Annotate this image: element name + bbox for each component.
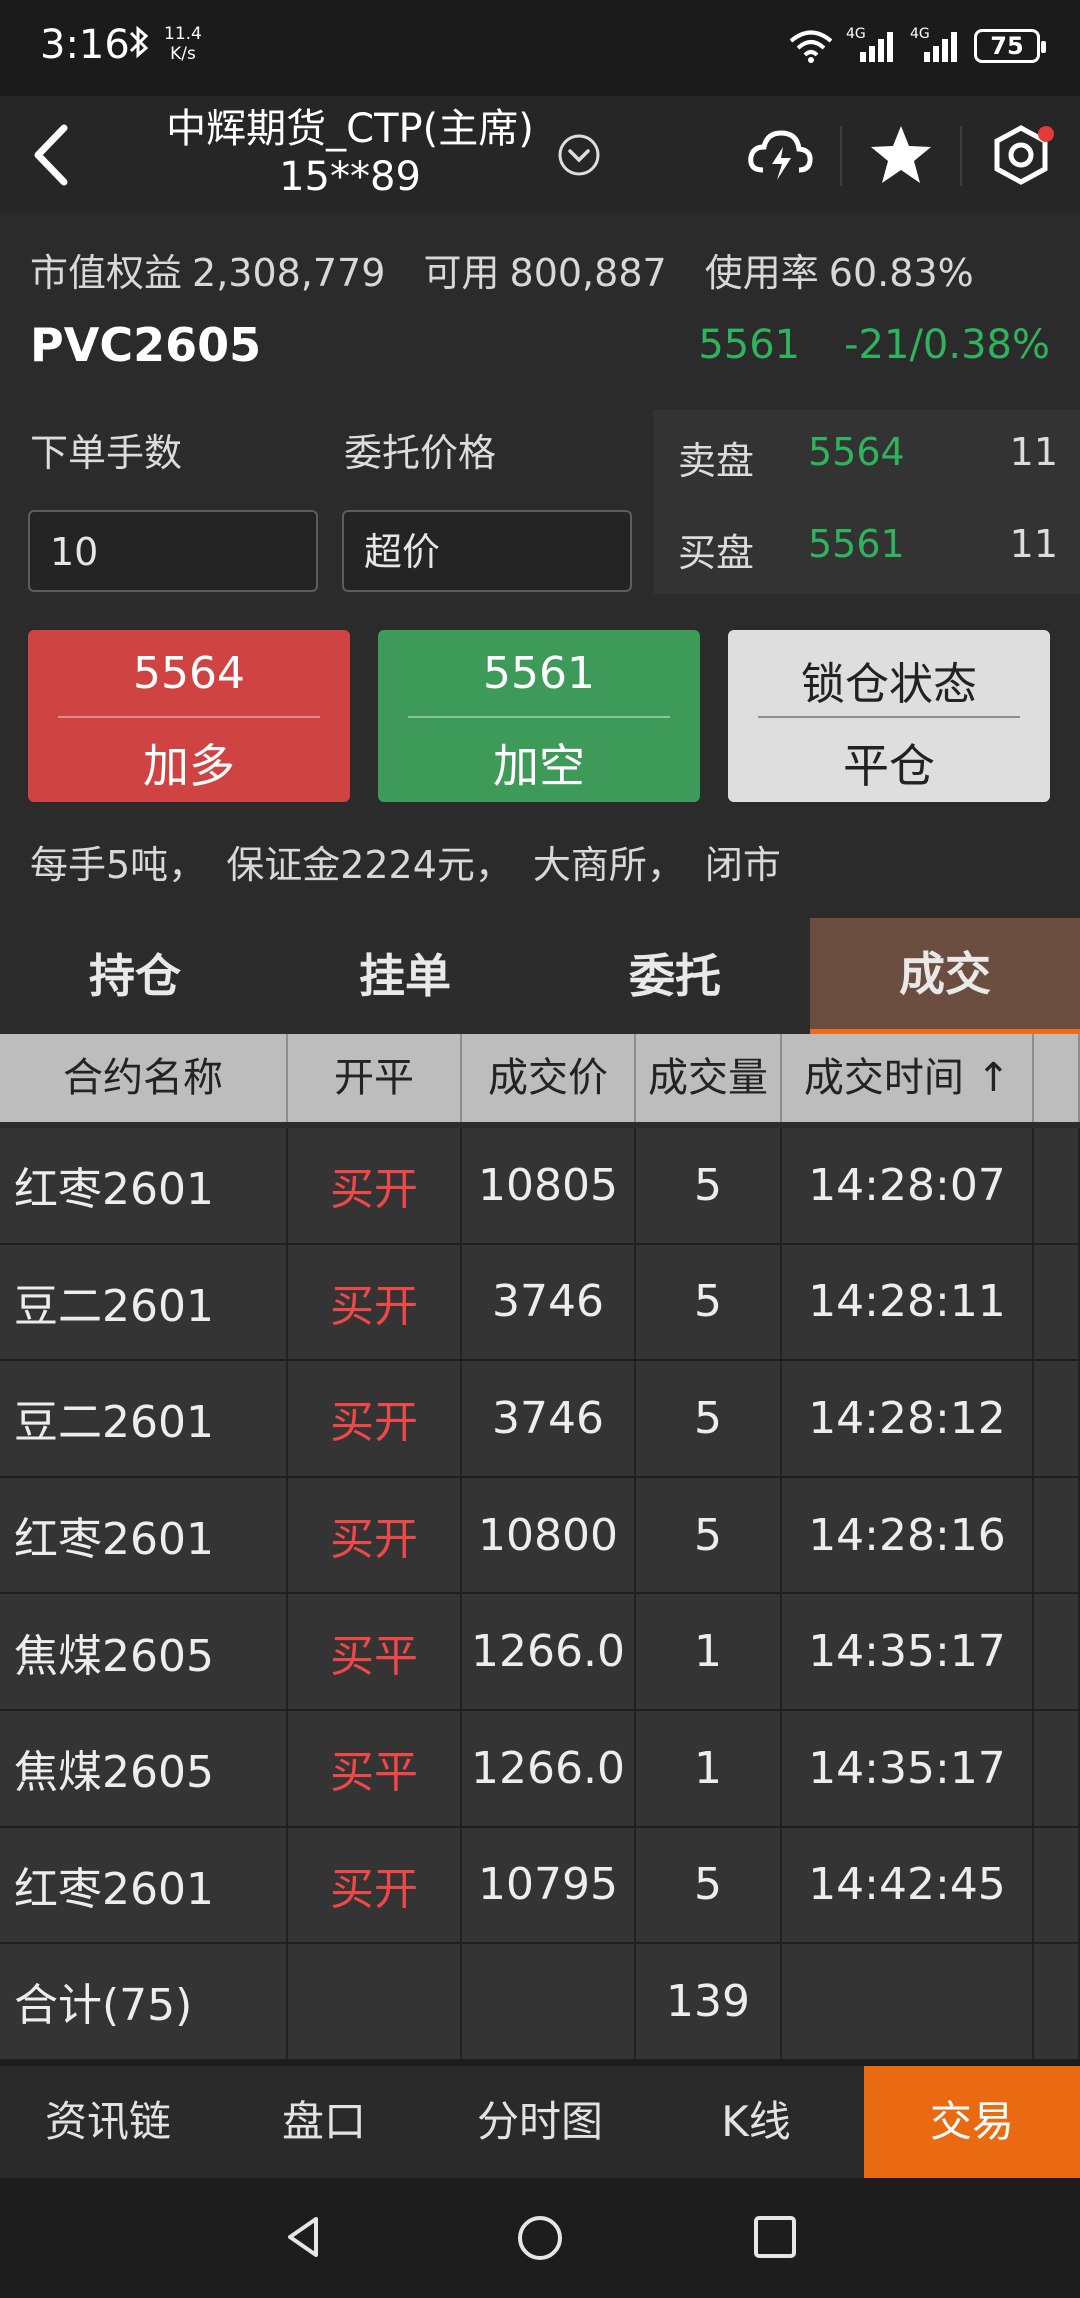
contract-info: 每手5吨， 保证金2224元， 大商所， 闭市 — [30, 843, 781, 887]
ask-row: 卖盘 5564 11 — [678, 430, 1058, 483]
column-header-extra — [1034, 1034, 1080, 1122]
account-selector[interactable]: 中辉期货_CTP(主席) 15**89 — [120, 104, 580, 200]
cloud-lightning-icon[interactable] — [745, 120, 815, 190]
tab-pending-orders[interactable]: 挂单 — [270, 918, 540, 1034]
nav-recents-icon[interactable] — [752, 2214, 798, 2260]
instrument-symbol[interactable]: PVC2605 — [30, 318, 261, 372]
price-change: -21/0.38% — [844, 322, 1050, 368]
table-total-row: 合计(75) 139 — [0, 1944, 1080, 2061]
account-id: 15**89 — [279, 154, 421, 200]
table-row[interactable]: 红枣2601 买开 10800 5 14:28:16 — [0, 1477, 1080, 1595]
column-header-quantity[interactable]: 成交量 — [636, 1034, 782, 1122]
table-row[interactable]: 焦煤2605 买平 1266.0 1 14:35:17 — [0, 1594, 1080, 1711]
lots-label: 下单手数 — [30, 431, 183, 475]
clock: 3:16 — [40, 22, 130, 68]
tab-trades[interactable]: 成交 — [810, 918, 1080, 1034]
nav-home-icon[interactable] — [516, 2214, 564, 2262]
nav-news[interactable]: 资讯链 — [0, 2066, 216, 2178]
table-row[interactable]: 豆二2601 买开 3746 5 14:28:11 — [0, 1244, 1080, 1362]
buy-long-button[interactable]: 5564 加多 — [28, 630, 350, 802]
back-arrow-icon[interactable] — [22, 118, 86, 192]
column-header-time[interactable]: 成交时间 ↑ — [782, 1034, 1034, 1122]
table-row[interactable]: 红枣2601 买开 10795 5 14:42:45 — [0, 1827, 1080, 1945]
settings-hexagon-icon[interactable] — [986, 120, 1056, 190]
star-icon[interactable] — [866, 120, 936, 190]
bid-row: 买盘 5561 11 — [678, 522, 1058, 575]
total-label: 合计(75) — [0, 1944, 288, 2059]
table-row[interactable]: 豆二2601 买开 3746 5 14:28:12 — [0, 1361, 1080, 1478]
nav-order-book[interactable]: 盘口 — [216, 2066, 432, 2178]
total-quantity: 139 — [636, 1944, 782, 2059]
lots-input[interactable]: 10 — [28, 510, 318, 592]
price-type-input[interactable]: 超价 — [342, 510, 632, 592]
ask-price: 5564 — [808, 430, 905, 474]
column-header-contract[interactable]: 合约名称 — [0, 1034, 288, 1122]
system-navigation-bar — [0, 2178, 1080, 2298]
record-tabs: 持仓 挂单 委托 成交 — [0, 918, 1080, 1034]
broker-title: 中辉期货_CTP(主席) — [166, 106, 534, 152]
status-bar: 3:16 11.4 K/s 4G 4G 75 — [0, 0, 1080, 96]
nav-back-icon[interactable] — [282, 2214, 328, 2260]
sell-short-button[interactable]: 5561 加空 — [378, 630, 700, 802]
account-summary: 市值权益 2,308,779 可用 800,887 使用率 60.83% — [30, 251, 974, 295]
divider — [840, 126, 842, 186]
trades-table: 红枣2601 买开 10805 5 14:28:07 豆二2601 买开 374… — [0, 1128, 1080, 2061]
price-type-label: 委托价格 — [344, 431, 497, 475]
signal-icon: 4G — [910, 26, 962, 66]
table-row[interactable]: 焦煤2605 买平 1266.0 1 14:35:17 — [0, 1710, 1080, 1828]
network-speed: 11.4 K/s — [164, 24, 202, 64]
order-book: 卖盘 5564 11 买盘 5561 11 — [654, 410, 1080, 594]
bid-volume: 11 — [1009, 522, 1058, 566]
equity-value: 2,308,779 — [192, 251, 386, 295]
tab-positions[interactable]: 持仓 — [0, 918, 270, 1034]
available-value: 800,887 — [509, 251, 667, 295]
battery-icon: 75 — [974, 29, 1046, 63]
nav-kline[interactable]: K线 — [648, 2066, 864, 2178]
signal-icon: 4G — [846, 26, 898, 66]
ask-volume: 11 — [1009, 430, 1058, 474]
column-header-price[interactable]: 成交价 — [462, 1034, 636, 1122]
last-price: 5561 — [698, 322, 801, 368]
table-row[interactable]: 红枣2601 买开 10805 5 14:28:07 — [0, 1128, 1080, 1245]
bid-price: 5561 — [808, 522, 905, 566]
app-header: 中辉期货_CTP(主席) 15**89 — [0, 96, 1080, 214]
trades-table-header: 合约名称 开平 成交价 成交量 成交时间 ↑ — [0, 1034, 1080, 1122]
nav-intraday-chart[interactable]: 分时图 — [432, 2066, 648, 2178]
chevron-down-circle-icon[interactable] — [556, 132, 602, 178]
instrument-quote: 5561 -21/0.38% — [698, 322, 1050, 368]
nav-trade[interactable]: 交易 — [864, 2066, 1080, 2178]
column-header-open-close[interactable]: 开平 — [288, 1034, 462, 1122]
divider — [960, 126, 962, 186]
close-position-button[interactable]: 锁仓状态 平仓 — [728, 630, 1050, 802]
bottom-nav: 资讯链 盘口 分时图 K线 交易 — [0, 2066, 1080, 2178]
wifi-icon — [789, 30, 833, 63]
bluetooth-icon — [128, 24, 150, 69]
usage-value: 60.83% — [828, 251, 974, 295]
tab-orders[interactable]: 委托 — [540, 918, 810, 1034]
